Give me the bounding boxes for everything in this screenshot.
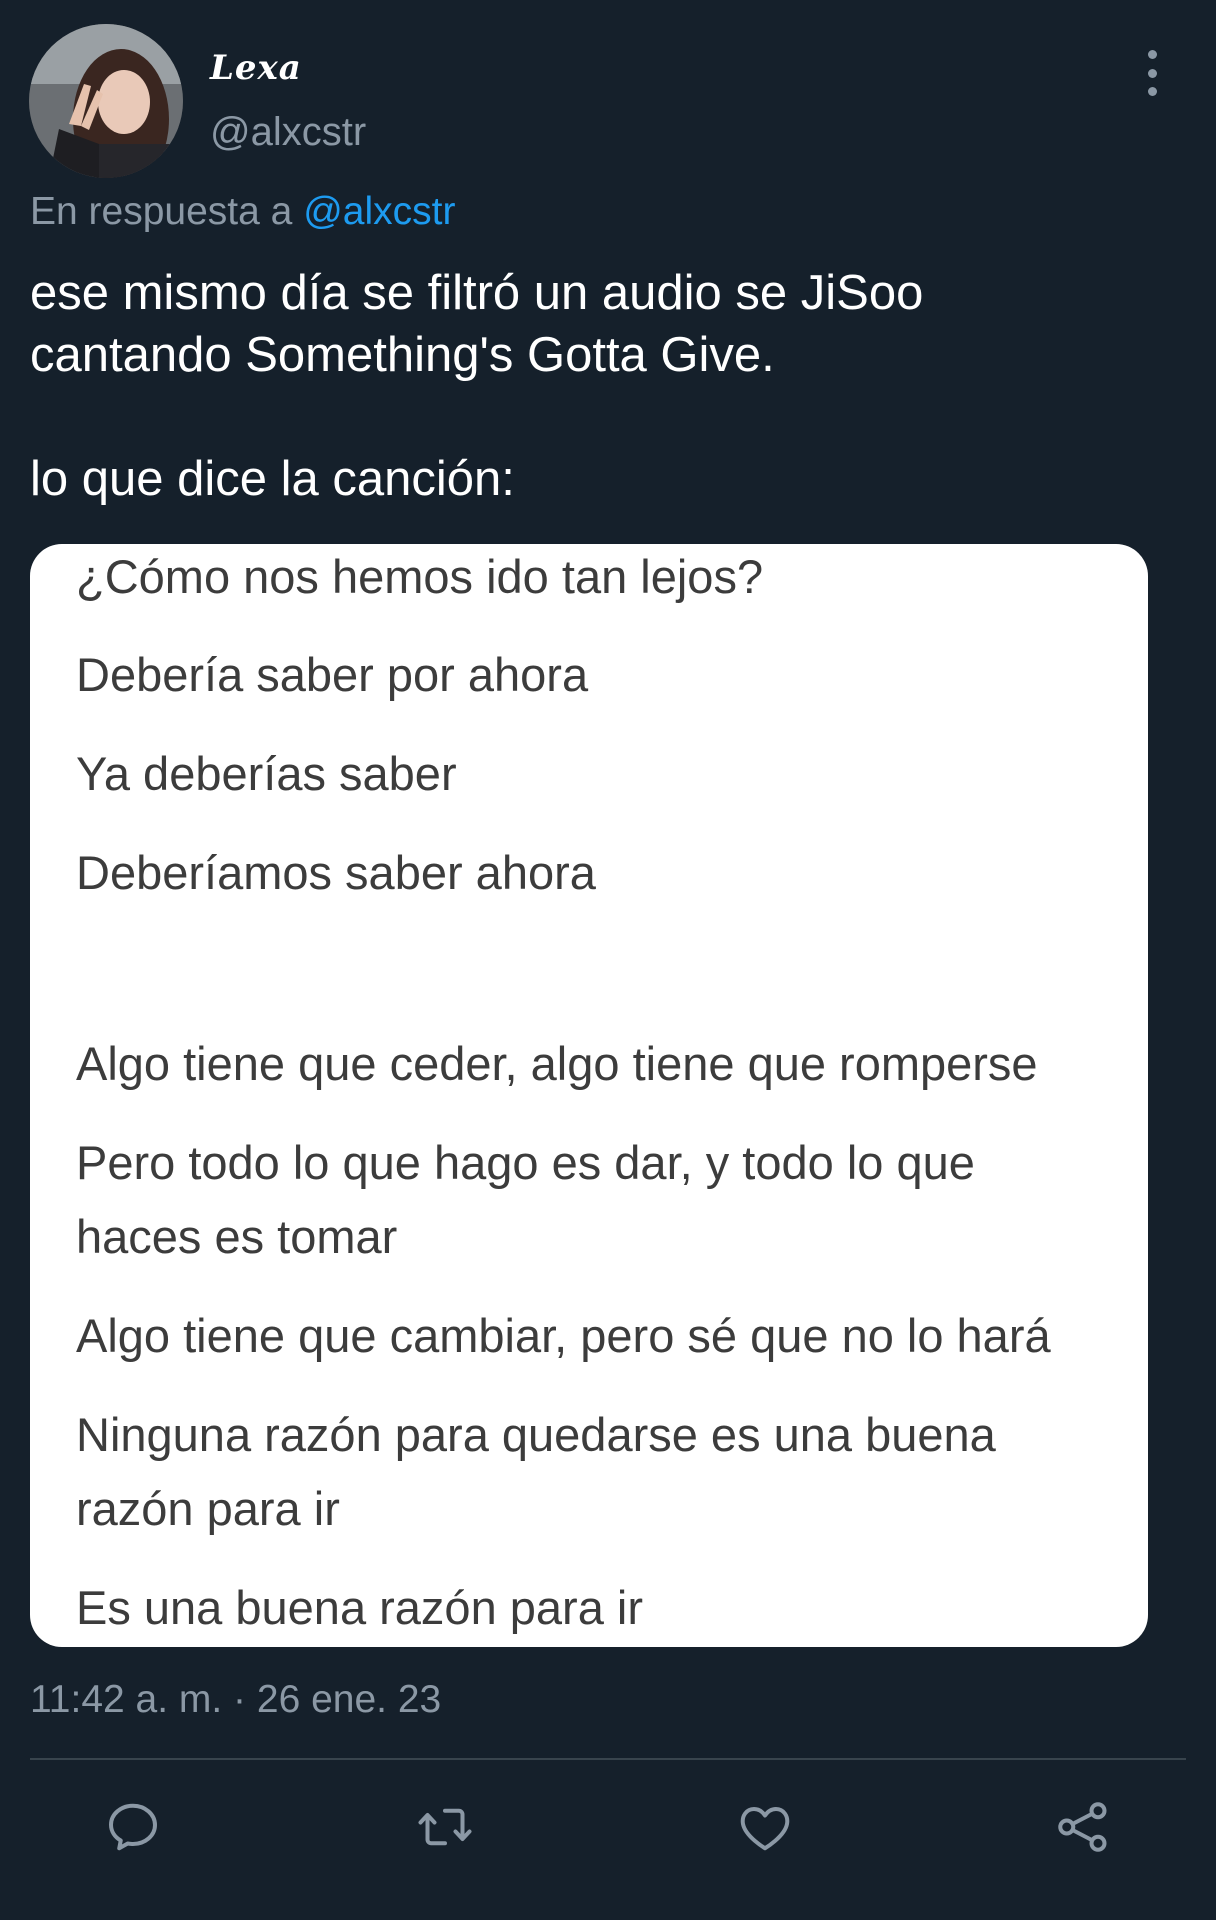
lyric-line: haces es tomar <box>76 1210 398 1263</box>
like-icon <box>740 1807 790 1851</box>
more-options-icon-dot <box>1147 87 1157 96</box>
lyric-line: Es una buena razón para ir <box>76 1581 643 1634</box>
retweet-icon <box>418 1808 472 1846</box>
reply-context: En respuesta a @alxcstr <box>30 190 455 234</box>
lyric-line: Algo tiene que cambiar, pero sé que no l… <box>76 1309 1051 1362</box>
reply-button[interactable] <box>103 1797 163 1857</box>
share-button[interactable] <box>1053 1797 1113 1857</box>
tweet-text-line: cantando Something's Gotta Give. <box>30 328 775 382</box>
more-options-icon-dot <box>1147 68 1157 78</box>
tweet-timestamp[interactable]: 11:42 a. m. · 26 ene. 23 <box>30 1678 441 1722</box>
tweet-text-line: ese mismo día se filtró un audio se JiSo… <box>30 266 924 320</box>
user-handle[interactable]: @alxcstr <box>210 110 366 155</box>
share-icon <box>1058 1802 1107 1852</box>
like-button[interactable] <box>735 1797 795 1857</box>
bottom-edge <box>0 1900 1216 1920</box>
media-image[interactable]: ¿Cómo nos hemos ido tan lejos? Debería s… <box>30 544 1148 1647</box>
lyric-line: razón para ir <box>76 1482 340 1535</box>
tweet-text: ese mismo día se filtró un audio se JiSo… <box>30 262 1180 510</box>
divider <box>30 1758 1186 1760</box>
tweet-text-line: lo que dice la canción: <box>30 452 515 506</box>
profile-photo-icon <box>29 24 183 178</box>
lyric-line: Ninguna razón para quedarse es una buena <box>76 1408 996 1461</box>
reply-prefix: En respuesta a <box>30 190 293 233</box>
more-options-icon <box>1147 50 1157 59</box>
lyric-line: Deberíamos saber ahora <box>76 846 596 899</box>
reply-mention-link[interactable]: @alxcstr <box>303 190 455 233</box>
reply-icon <box>109 1803 157 1851</box>
lyric-line: Debería saber por ahora <box>76 648 589 701</box>
lyric-line: ¿Cómo nos hemos ido tan lejos? <box>76 550 764 603</box>
more-options-button[interactable] <box>1132 50 1172 96</box>
retweet-button[interactable] <box>415 1797 475 1857</box>
lyric-line: Ya deberías saber <box>76 747 457 800</box>
display-name[interactable]: Lexa <box>210 48 302 88</box>
avatar[interactable] <box>29 24 183 178</box>
lyric-line: Pero todo lo que hago es dar, y todo lo … <box>76 1136 975 1189</box>
tweet-text-gap <box>30 386 1180 448</box>
lyric-line: Algo tiene que ceder, algo tiene que rom… <box>76 1037 1038 1090</box>
